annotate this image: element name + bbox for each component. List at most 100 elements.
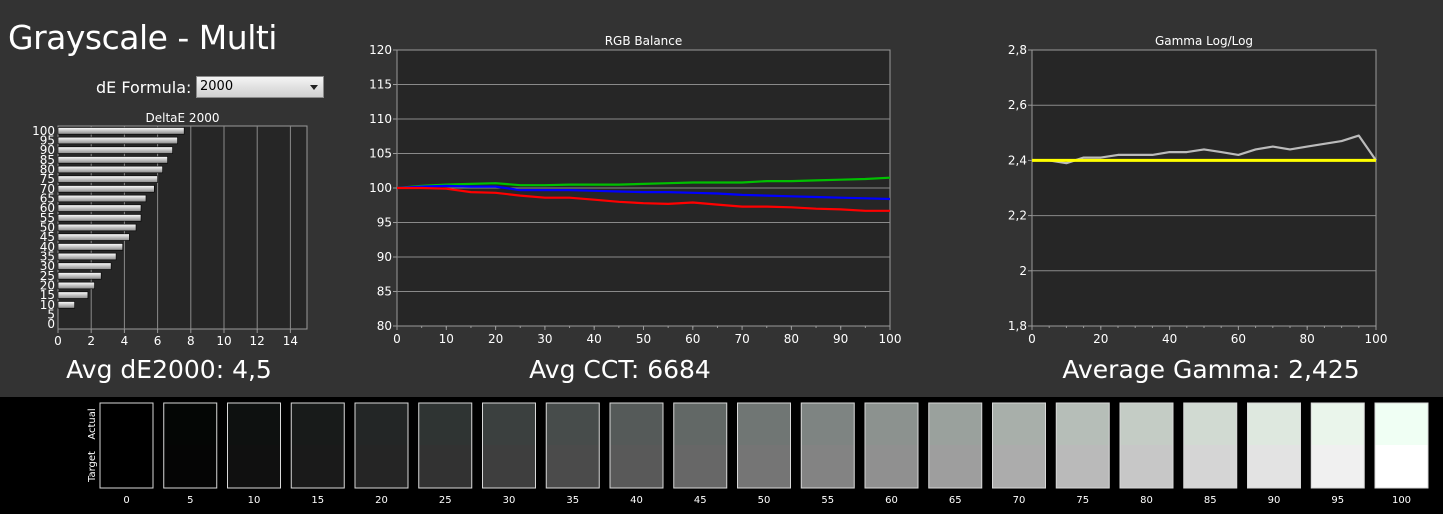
swatch-label: 90 [1268,495,1281,506]
swatch-label: 85 [1204,495,1217,506]
deltae-bar [57,185,155,193]
swatch-label: 80 [1140,495,1153,506]
swatch-actual [610,403,663,445]
deltae-bar [57,272,102,280]
swatch-label: 5 [187,495,193,506]
gamma-y-tick-label: 2,6 [1008,98,1027,112]
swatch-panel: Actual Target 0 5 10 15 20 25 30 35 40 45 50 55 60 65 70… [0,397,1443,514]
swatch-target [163,445,217,488]
swatch-label: 0 [123,495,129,506]
deltae-x-tick-label: 4 [121,334,129,348]
deltae-bar [57,165,163,174]
deltae-x-tick-label: 2 [87,334,95,348]
swatch-label: 40 [630,495,643,506]
gamma-x-tick-label: 100 [1365,332,1388,346]
swatch-label: 60 [885,495,898,506]
swatch-label: 95 [1331,495,1344,506]
swatch-actual [546,403,600,445]
rgb-x-tick-label: 40 [587,332,602,346]
swatch-actual [163,403,217,445]
swatch-target [291,445,345,488]
swatch-target [992,445,1046,488]
swatch-label: 75 [1076,495,1089,506]
swatch-target [1056,445,1110,488]
rgb-y-tick-label: 120 [369,43,392,57]
swatch-actual [227,403,281,445]
deltae-bar [57,243,124,251]
swatch-label: 55 [821,495,834,506]
deltae-bar [57,204,142,212]
rgb-y-tick-label: 80 [377,319,392,333]
rgb-x-tick-label: 70 [734,332,749,346]
rgb-x-tick-label: 0 [393,332,401,346]
swatch-target [1120,445,1173,488]
swatch-actual [673,403,727,445]
swatch-label: 20 [375,495,388,506]
deltae-x-tick-label: 10 [216,334,231,348]
gamma-y-tick-label: 2 [1019,264,1027,278]
charts-canvas: DeltaE 20000 2 4 6 8 10 12 14100959085807570656… [32,34,1388,348]
deltae-chart-title: DeltaE 2000 [146,111,220,125]
rgb-x-tick-label: 20 [488,332,503,346]
rgb-x-tick-label: 50 [636,332,651,346]
swatch-label: 30 [503,495,516,506]
gamma-plot-area [1031,49,1377,327]
deltae-x-tick-label: 12 [250,334,265,348]
gamma-x-tick-label: 60 [1231,332,1246,346]
swatch-label: 100 [1392,495,1411,506]
swatch-actual [100,403,153,445]
swatch-label: 10 [248,495,261,506]
rgb-y-tick-label: 115 [369,78,392,92]
deltae-bar [57,175,158,183]
rgb-y-tick-label: 110 [369,112,392,126]
deltae-x-tick-label: 8 [187,334,195,348]
avg-cct-summary: Avg CCT: 6684 [529,355,711,384]
gamma-y-tick-label: 1,8 [1008,319,1027,333]
swatch-actual [928,403,982,445]
gamma-y-tick-label: 2,8 [1008,43,1027,57]
rgb-y-tick-label: 95 [377,216,392,230]
swatch-actual [1311,403,1365,445]
swatch-target [1247,445,1301,488]
swatch-actual [1120,403,1173,445]
swatch-target [928,445,982,488]
swatch-row-label-target: Target [87,451,98,483]
rgb-x-tick-label: 30 [537,332,552,346]
swatch-target [1375,445,1428,488]
deltae-bar [57,252,117,261]
deltae-y-tick-label: 0 [47,317,55,331]
swatch-label: 50 [758,495,771,506]
rgb-x-tick-label: 100 [879,332,902,346]
deltae-x-tick-label: 0 [54,334,62,348]
swatch-target [100,445,153,488]
swatch-target [546,445,600,488]
gamma-x-tick-label: 0 [1028,332,1036,346]
swatch-actual [865,403,918,445]
swatch-actual [1183,403,1237,445]
swatch-label: 45 [694,495,707,506]
swatch-target [737,445,791,488]
rgb-x-tick-label: 80 [784,332,799,346]
swatch-target [1311,445,1365,488]
gamma-y-tick-label: 2,2 [1008,209,1027,223]
swatch-row-label-actual: Actual [87,408,98,439]
swatch-label: 70 [1013,495,1026,506]
deltae-bar [57,281,95,290]
deltae-bar [57,194,147,203]
swatch-label: 65 [949,495,962,506]
swatch-actual [1375,403,1428,445]
avg-de-summary: Avg dE2000: 4,5 [66,355,272,384]
deltae-bar [57,291,89,299]
swatch-canvas: Actual Target 0 5 10 15 20 25 30 35 40 45 50 55 60 65 70… [87,402,1429,506]
swatch-target [227,445,281,488]
gamma-x-tick-label: 80 [1300,332,1315,346]
deltae-bar [57,233,130,241]
rgb-x-tick-label: 10 [439,332,454,346]
deltae-bar [57,223,137,232]
avg-gamma-summary: Average Gamma: 2,425 [1062,355,1360,384]
gamma-chart-title: Gamma Log/Log [1155,34,1253,48]
swatch-target [865,445,918,488]
rgb-y-tick-label: 85 [377,285,392,299]
gamma-x-tick-label: 40 [1162,332,1177,346]
swatch-target [801,445,855,488]
